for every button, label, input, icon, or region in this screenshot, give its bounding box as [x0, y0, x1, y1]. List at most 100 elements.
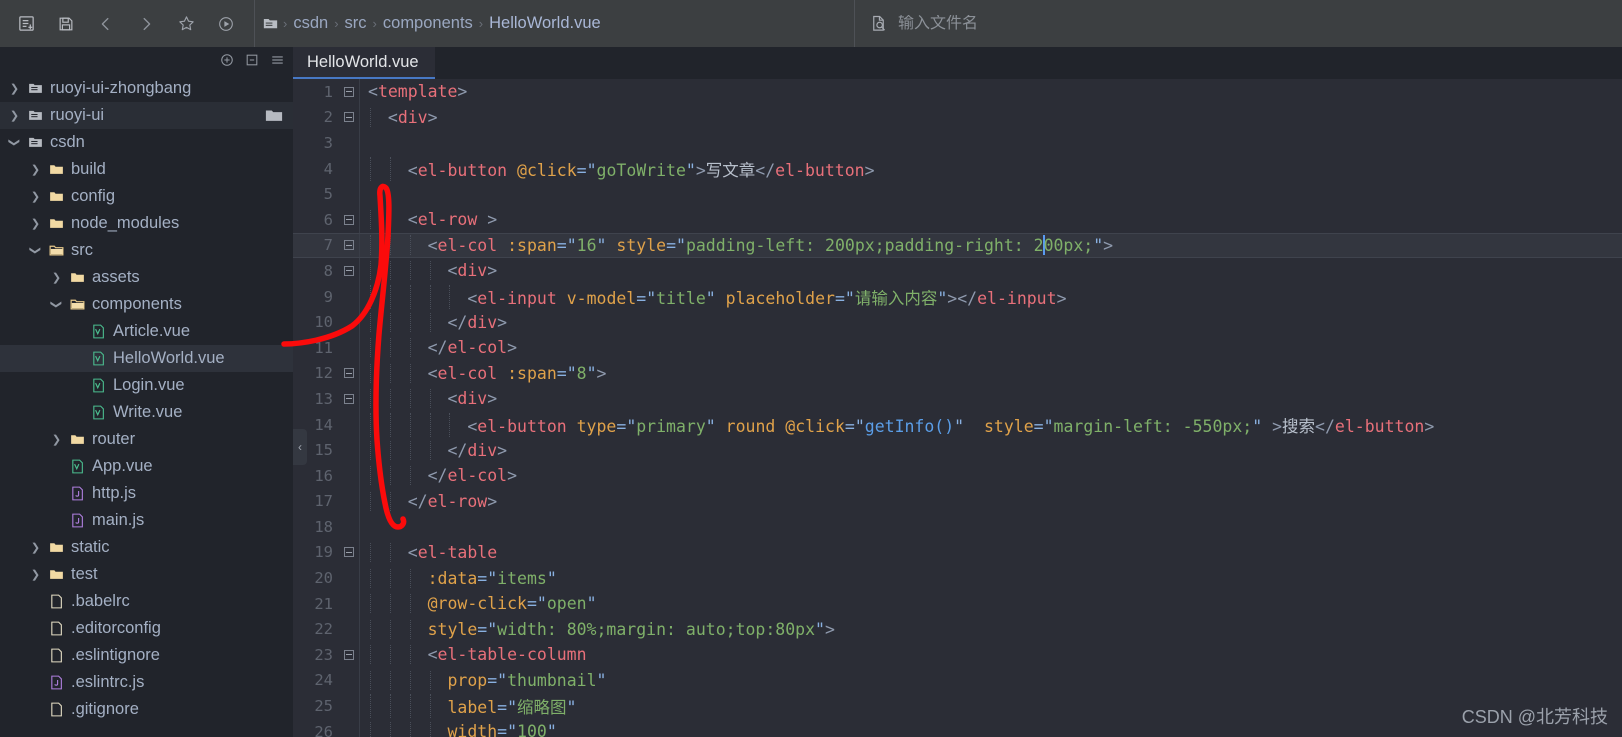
- code-line-9[interactable]: 9 <el-input v-model="title" placeholder=…: [293, 283, 1622, 310]
- save-all-icon[interactable]: [46, 5, 86, 43]
- tree-item-login-vue[interactable]: Login.vue: [0, 372, 293, 399]
- file-tree-icon: [261, 14, 280, 33]
- code-line-7[interactable]: 7 <el-col :span="16" style="padding-left…: [293, 232, 1622, 259]
- code-line-8[interactable]: 8 <div>: [293, 258, 1622, 284]
- code-line-19[interactable]: 19 <el-table: [293, 539, 1622, 566]
- code-line-15[interactable]: 15 </div>: [293, 437, 1622, 463]
- code-line-5[interactable]: 5: [293, 181, 1622, 207]
- code-line-1[interactable]: 1 <template>: [293, 79, 1622, 105]
- fold-toggle-icon[interactable]: [339, 393, 359, 404]
- code-line-12[interactable]: 12 <el-col :span="8">: [293, 360, 1622, 387]
- code-line-4[interactable]: 4 <el-button @click="goToWrite">写文章</el-…: [293, 155, 1622, 182]
- fold-toggle-icon[interactable]: [339, 112, 359, 123]
- tree-item-router[interactable]: ❯ router: [0, 426, 293, 453]
- chevron-right-icon[interactable]: ❯: [27, 163, 44, 176]
- code-editor[interactable]: 1 <template> 2 <div> 3 4 <el-button @click="…: [293, 79, 1622, 737]
- code-line-24[interactable]: 24 prop="thumbnail": [293, 667, 1622, 694]
- navigate-forward-icon[interactable]: [126, 5, 166, 43]
- breadcrumb-item-src[interactable]: src: [340, 14, 372, 33]
- project-file-tree[interactable]: ❯ ruoyi-ui-zhongbang ❯ ruoyi-ui ❯ csdn ❯ build ❯…: [0, 73, 293, 737]
- fold-toggle-icon[interactable]: [339, 265, 359, 276]
- fold-toggle-icon[interactable]: [339, 649, 359, 660]
- code-line-26[interactable]: 26 width="100": [293, 718, 1622, 737]
- chevron-right-icon[interactable]: ❯: [27, 190, 44, 203]
- chevron-right-icon[interactable]: ❯: [6, 82, 23, 95]
- chevron-right-icon[interactable]: ❯: [27, 541, 44, 554]
- file-search-input[interactable]: [898, 14, 1318, 33]
- code-line-23[interactable]: 23 <el-table-column: [293, 642, 1622, 668]
- code-line-21[interactable]: 21 @row-click="open": [293, 590, 1622, 617]
- indent-guide: [409, 312, 411, 332]
- chevron-right-icon[interactable]: ❯: [6, 109, 23, 122]
- code-line-6[interactable]: 6 <el-row >: [293, 206, 1622, 233]
- navigate-back-icon[interactable]: [86, 5, 126, 43]
- tree-item-helloworld-vue[interactable]: HelloWorld.vue: [0, 345, 293, 372]
- code-line-20[interactable]: 20 :data="items": [293, 565, 1622, 591]
- tree-item-label: components: [92, 295, 182, 313]
- chevron-right-icon[interactable]: ❯: [27, 217, 44, 230]
- tree-item-gitignore[interactable]: .gitignore: [0, 696, 293, 723]
- bookmark-star-icon[interactable]: [166, 5, 206, 43]
- tree-item-eslintignore[interactable]: .eslintignore: [0, 642, 293, 669]
- tree-item-http-js[interactable]: http.js: [0, 480, 293, 507]
- chevron-down-icon[interactable]: ❯: [50, 296, 63, 313]
- tree-item-node-modules[interactable]: ❯ node_modules: [0, 210, 293, 237]
- chevron-right-icon[interactable]: ❯: [48, 433, 65, 446]
- tree-item-eslintrc-js[interactable]: .eslintrc.js: [0, 669, 293, 696]
- tree-item-build[interactable]: ❯ build: [0, 156, 293, 183]
- code-line-11[interactable]: 11 </el-col>: [293, 334, 1622, 361]
- code-line-3[interactable]: 3: [293, 130, 1622, 156]
- chevron-right-icon[interactable]: ❯: [27, 568, 44, 581]
- tree-item-ruoyi-ui[interactable]: ❯ ruoyi-ui: [0, 102, 293, 129]
- tree-item-write-vue[interactable]: Write.vue: [0, 399, 293, 426]
- tree-item-label: http.js: [92, 484, 137, 502]
- fold-toggle-icon[interactable]: [339, 547, 359, 558]
- fold-toggle-icon[interactable]: [339, 240, 359, 251]
- tree-item-editorconfig[interactable]: .editorconfig: [0, 615, 293, 642]
- tree-item-article-vue[interactable]: Article.vue: [0, 318, 293, 345]
- indent-guide: [389, 284, 391, 309]
- tree-item-app-vue[interactable]: App.vue: [0, 453, 293, 480]
- line-number: 5: [323, 185, 333, 204]
- breadcrumb-item-components[interactable]: components: [378, 14, 478, 33]
- breadcrumb-item-helloworld-vue[interactable]: HelloWorld.vue: [484, 14, 606, 33]
- code-line-13[interactable]: 13 <div>: [293, 386, 1622, 412]
- add-icon[interactable]: [220, 53, 234, 67]
- code-line-14[interactable]: 14 <el-button type="primary" round @clic…: [293, 411, 1622, 438]
- tree-item-static[interactable]: ❯ static: [0, 534, 293, 561]
- tab-helloworld-vue[interactable]: HelloWorld.vue: [293, 47, 435, 79]
- code-line-2[interactable]: 2 <div>: [293, 104, 1622, 131]
- code-line-22[interactable]: 22 style="width: 80%;margin: auto;top:80…: [293, 616, 1622, 643]
- tree-item-babelrc[interactable]: .babelrc: [0, 588, 293, 615]
- tree-item-ruoyi-ui-zhongbang[interactable]: ❯ ruoyi-ui-zhongbang: [0, 75, 293, 102]
- chevron-down-icon[interactable]: ❯: [29, 242, 42, 259]
- module-icon: [23, 107, 47, 124]
- chevron-down-icon[interactable]: ❯: [8, 134, 21, 151]
- line-number: 7: [323, 236, 333, 255]
- breadcrumb-item-csdn[interactable]: csdn: [288, 14, 333, 33]
- code-line-25[interactable]: 25 label="缩略图": [293, 693, 1622, 719]
- collapse-sidebar-handle[interactable]: ‹: [293, 429, 307, 465]
- collapse-all-icon[interactable]: [245, 53, 259, 67]
- project-structure-icon[interactable]: [6, 5, 46, 43]
- chevron-right-icon[interactable]: ❯: [48, 271, 65, 284]
- tree-item-config[interactable]: ❯ config: [0, 183, 293, 210]
- tree-item-components[interactable]: ❯ components: [0, 291, 293, 318]
- code-line-10[interactable]: 10 </div>: [293, 309, 1622, 335]
- tree-item-main-js[interactable]: main.js: [0, 507, 293, 534]
- run-icon[interactable]: [206, 5, 246, 43]
- fold-toggle-icon[interactable]: [339, 368, 359, 379]
- tree-item-csdn[interactable]: ❯ csdn: [0, 129, 293, 156]
- tree-item-src[interactable]: ❯ src: [0, 237, 293, 264]
- code-line-17[interactable]: 17 </el-row>: [293, 488, 1622, 515]
- code-line-text: <el-button type="primary" round @click="…: [360, 412, 1434, 437]
- options-menu-icon[interactable]: [270, 53, 285, 67]
- code-line-16[interactable]: 16 </el-col>: [293, 462, 1622, 489]
- fold-toggle-icon[interactable]: [339, 214, 359, 225]
- tree-item-test[interactable]: ❯ test: [0, 561, 293, 588]
- tree-item-assets[interactable]: ❯ assets: [0, 264, 293, 291]
- code-line-18[interactable]: 18: [293, 514, 1622, 540]
- file-search-bar: [854, 0, 1622, 47]
- fold-toggle-icon[interactable]: [339, 86, 359, 97]
- code-line-text: :data="items": [360, 568, 557, 588]
